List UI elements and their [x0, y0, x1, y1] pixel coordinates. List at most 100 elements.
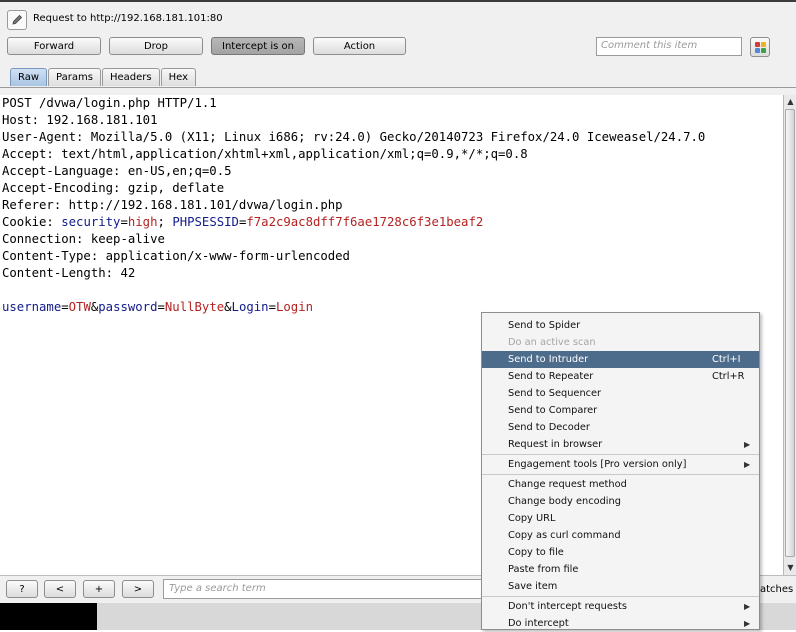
cookie-value: f7a2c9ac8dff7f6ae1728c6f3e1beaf2 — [246, 215, 484, 229]
menu-item-label: Do intercept — [508, 618, 569, 629]
header-cookie: Cookie: security=high; PHPSESSID=f7a2c9a… — [2, 215, 484, 229]
editor-scrollbar[interactable]: ▲ ▼ — [783, 95, 796, 575]
menu-item-send-to-spider[interactable]: Send to Spider — [482, 317, 759, 334]
color-swatch-icon — [761, 42, 766, 47]
header-accept: Accept: text/html,application/xhtml+xml,… — [2, 147, 528, 161]
tab-raw[interactable]: Raw — [10, 68, 48, 86]
menu-item-label: Send to Decoder — [508, 422, 590, 433]
header-user-agent: User-Agent: Mozilla/5.0 (X11; Linux i686… — [2, 130, 706, 144]
menu-item-label: Paste from file — [508, 564, 579, 575]
menu-item-send-to-sequencer[interactable]: Send to Sequencer — [482, 385, 759, 402]
tab-hex[interactable]: Hex — [160, 68, 196, 86]
tab-params[interactable]: Params — [48, 68, 101, 86]
message-view-tabs: Raw Params Headers Hex — [10, 68, 197, 87]
menu-item-copy-url[interactable]: Copy URL — [482, 510, 759, 527]
menu-separator — [482, 454, 759, 455]
header-host: Host: 192.168.181.101 — [2, 113, 158, 127]
intercept-toggle-button[interactable]: Intercept is on — [211, 37, 305, 55]
scroll-up-icon[interactable]: ▲ — [785, 96, 796, 107]
color-swatch-icon — [755, 48, 760, 53]
submenu-arrow-icon: ▶ — [744, 602, 751, 611]
param-key: username — [2, 300, 62, 314]
menu-item-request-in-browser[interactable]: Request in browser ▶ — [482, 436, 759, 453]
status-bar-dark-region — [0, 603, 97, 630]
param-value: Login — [275, 300, 314, 314]
menu-item-do-intercept[interactable]: Do intercept ▶ — [482, 615, 759, 632]
menu-item-save-item[interactable]: Save item — [482, 578, 759, 595]
menu-item-paste-from-file[interactable]: Paste from file — [482, 561, 759, 578]
menu-item-label: Send to Spider — [508, 320, 581, 331]
menu-item-label: Save item — [508, 581, 558, 592]
menu-item-active-scan: Do an active scan — [482, 334, 759, 351]
menu-item-label: Change request method — [508, 479, 627, 490]
menu-item-label: Engagement tools [Pro version only] — [508, 459, 687, 470]
param-key: Login — [231, 300, 269, 314]
cookie-value: high — [127, 215, 158, 229]
cookie-key: PHPSESSID — [172, 215, 239, 229]
param-value: NullByte — [164, 300, 225, 314]
menu-item-copy-as-curl[interactable]: Copy as curl command — [482, 527, 759, 544]
submenu-arrow-icon: ▶ — [744, 440, 751, 449]
header-accept-encoding: Accept-Encoding: gzip, deflate — [2, 181, 225, 195]
color-swatch-icon — [755, 42, 760, 47]
intercept-toolbar: Request to http://192.168.181.101:80 For… — [0, 0, 796, 95]
search-input[interactable]: Type a search term — [163, 579, 493, 599]
request-line: POST /dvwa/login.php HTTP/1.1 — [2, 96, 217, 110]
header-content-type: Content-Type: application/x-www-form-url… — [2, 249, 350, 263]
cookie-label: Cookie: — [2, 215, 62, 229]
menu-separator — [482, 596, 759, 597]
tab-headers[interactable]: Headers — [101, 68, 160, 86]
menu-item-label: Copy URL — [508, 513, 556, 524]
param-key: password — [98, 300, 158, 314]
forward-button[interactable]: Forward — [7, 37, 101, 55]
edit-request-icon[interactable] — [7, 10, 27, 30]
menu-separator — [482, 474, 759, 475]
menu-item-label: Send to Sequencer — [508, 388, 602, 399]
menu-item-label: Copy as curl command — [508, 530, 621, 541]
menu-item-label: Send to Intruder — [508, 354, 589, 365]
menu-item-change-body-encoding[interactable]: Change body encoding — [482, 493, 759, 510]
menu-item-label: Send to Comparer — [508, 405, 598, 416]
request-title: Request to http://192.168.181.101:80 — [33, 13, 223, 24]
submenu-arrow-icon: ▶ — [744, 460, 751, 469]
header-accept-language: Accept-Language: en-US,en;q=0.5 — [2, 164, 232, 178]
menu-item-label: Do an active scan — [508, 337, 596, 348]
tab-divider — [0, 87, 796, 88]
add-button[interactable]: + — [83, 580, 115, 598]
menu-item-dont-intercept[interactable]: Don't intercept requests ▶ — [482, 598, 759, 615]
highlight-color-button[interactable] — [750, 37, 770, 57]
comment-input[interactable]: Comment this item — [596, 37, 742, 56]
param-value: OTW — [68, 300, 91, 314]
menu-item-shortcut: Ctrl+I — [712, 354, 741, 365]
menu-item-label: Don't intercept requests — [508, 601, 627, 612]
action-button[interactable]: Action — [313, 37, 406, 55]
help-button[interactable]: ? — [6, 580, 38, 598]
menu-item-shortcut: Ctrl+R — [712, 371, 745, 382]
menu-item-change-request-method[interactable]: Change request method — [482, 476, 759, 493]
menu-item-send-to-comparer[interactable]: Send to Comparer — [482, 402, 759, 419]
header-content-length: Content-Length: 42 — [2, 266, 136, 280]
menu-item-send-to-repeater[interactable]: Send to Repeater Ctrl+R — [482, 368, 759, 385]
menu-item-label: Change body encoding — [508, 496, 621, 507]
previous-match-button[interactable]: < — [44, 580, 76, 598]
header-connection: Connection: keep-alive — [2, 232, 165, 246]
menu-item-label: Request in browser — [508, 439, 603, 450]
menu-item-send-to-intruder[interactable]: Send to Intruder Ctrl+I — [482, 351, 759, 368]
scroll-down-icon[interactable]: ▼ — [785, 562, 796, 573]
drop-button[interactable]: Drop — [109, 37, 203, 55]
menu-item-copy-to-file[interactable]: Copy to file — [482, 544, 759, 561]
color-swatch-icon — [761, 48, 766, 53]
submenu-arrow-icon: ▶ — [744, 619, 751, 628]
menu-item-send-to-decoder[interactable]: Send to Decoder — [482, 419, 759, 436]
header-referer: Referer: http://192.168.181.101/dvwa/log… — [2, 198, 343, 212]
window-top-border — [0, 0, 796, 2]
menu-item-label: Send to Repeater — [508, 371, 594, 382]
next-match-button[interactable]: > — [122, 580, 154, 598]
menu-item-label: Copy to file — [508, 547, 564, 558]
menu-item-engagement-tools[interactable]: Engagement tools [Pro version only] ▶ — [482, 456, 759, 473]
scrollbar-thumb[interactable] — [785, 109, 795, 557]
context-menu: Send to Spider Do an active scan Send to… — [481, 312, 760, 630]
match-count-label: atches — [760, 584, 794, 595]
cookie-key: security — [61, 215, 121, 229]
